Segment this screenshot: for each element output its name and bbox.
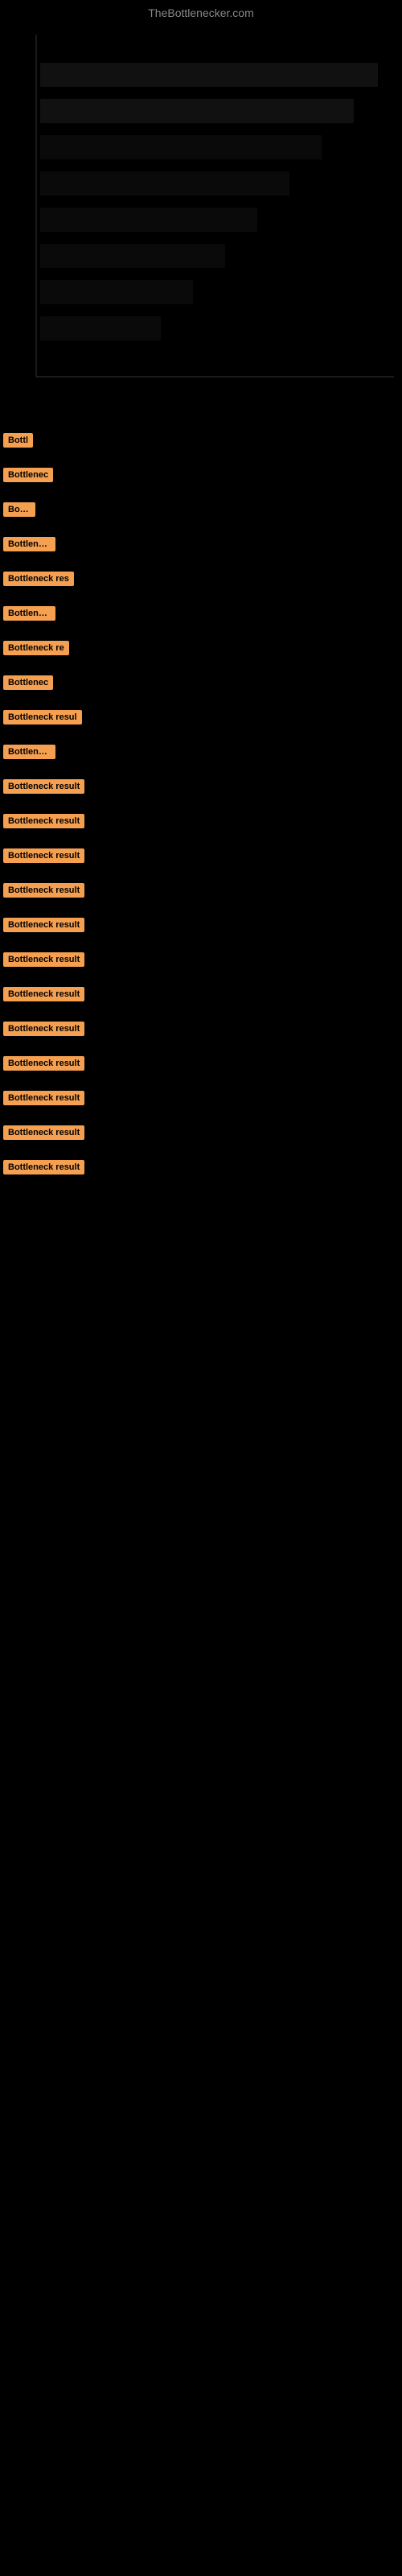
result-label: Bottleneck [3, 537, 55, 551]
result-group: Bottleneck resul [0, 702, 402, 737]
result-label: Bottleneck result [3, 1125, 84, 1140]
result-group: Bottleneck re [0, 633, 402, 667]
result-label: Bottleneck result [3, 883, 84, 898]
result-label: Bottleneck result [3, 952, 84, 967]
result-label: Bottleneck r [3, 745, 55, 759]
result-group: Bottleneck result [0, 806, 402, 840]
result-label: Bottleneck result [3, 918, 84, 932]
result-label: Bottleneck [3, 606, 55, 621]
result-group: Bottleneck r [0, 737, 402, 771]
result-group: Bottle [0, 494, 402, 529]
result-label: Bottlenec [3, 675, 53, 690]
result-label: Bottlenec [3, 468, 53, 482]
result-label: Bottleneck resul [3, 710, 82, 724]
results-section: Bottl Bottlenec Bottle Bottleneck Bottle… [0, 409, 402, 1187]
result-group: Bottleneck result [0, 1152, 402, 1187]
result-label: Bottleneck result [3, 1056, 84, 1071]
result-group: Bottleneck res [0, 564, 402, 598]
result-group: Bottleneck result [0, 944, 402, 979]
chart-area [0, 23, 402, 409]
result-label: Bottleneck result [3, 814, 84, 828]
result-group: Bottleneck result [0, 1013, 402, 1048]
result-group: Bottlenec [0, 667, 402, 702]
result-group: Bottleneck result [0, 1083, 402, 1117]
result-group: Bottleneck result [0, 910, 402, 944]
result-label: Bottleneck result [3, 1091, 84, 1105]
result-label: Bottleneck result [3, 1160, 84, 1174]
result-label: Bottleneck result [3, 779, 84, 794]
result-group: Bottleneck result [0, 840, 402, 875]
result-group: Bottleneck result [0, 1117, 402, 1152]
result-label: Bottleneck re [3, 641, 69, 655]
result-group: Bottleneck result [0, 875, 402, 910]
result-label: Bottl [3, 433, 33, 448]
result-group: Bottleneck [0, 598, 402, 633]
result-label: Bottleneck res [3, 572, 74, 586]
result-label: Bottleneck result [3, 987, 84, 1001]
result-label: Bottleneck result [3, 848, 84, 863]
result-group: Bottlenec [0, 460, 402, 494]
result-label: Bottle [3, 502, 35, 517]
result-group: Bottl [0, 425, 402, 460]
result-label: Bottleneck result [3, 1022, 84, 1036]
result-group: Bottleneck result [0, 979, 402, 1013]
result-group: Bottleneck result [0, 771, 402, 806]
result-group: Bottleneck [0, 529, 402, 564]
result-group: Bottleneck result [0, 1048, 402, 1083]
site-title: TheBottlenecker.com [0, 0, 402, 23]
